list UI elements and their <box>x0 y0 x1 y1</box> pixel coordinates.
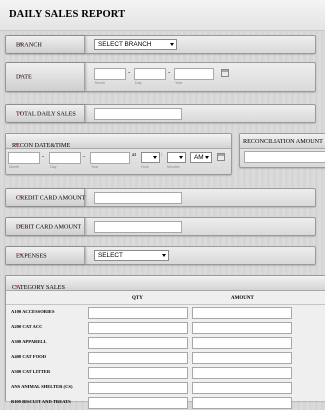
column-header-qty: QTY <box>132 296 143 301</box>
category-sales-header: CATEGORY SALES * <box>6 276 325 291</box>
row-label: A200 CAT ACC <box>11 324 43 329</box>
amount-input[interactable] <box>192 382 292 394</box>
date-year-sublabel: Year <box>175 81 183 85</box>
table-row: B100 BISCUIT AND TREATS <box>6 395 325 410</box>
credit-card-amount-label-box: CREDIT CARD AMOUNT * <box>6 189 85 206</box>
expenses-label-box: EXPENSES * <box>6 247 85 264</box>
date-month-input[interactable] <box>94 68 126 80</box>
required-marker: * <box>19 110 23 117</box>
required-marker: * <box>19 252 23 259</box>
reconciliation-amount-input[interactable] <box>244 151 325 163</box>
required-marker: * <box>19 194 23 201</box>
required-marker: * <box>19 223 23 230</box>
expenses-select-value: SELECT <box>98 252 123 259</box>
category-sales-box: CATEGORY SALES * QTY AMOUNT A100 ACCESSOR… <box>5 275 325 409</box>
date-day-input[interactable] <box>134 68 166 80</box>
required-marker: * <box>15 284 19 291</box>
table-row: A100 ACCESSORIES <box>6 305 325 320</box>
header-bar: DAILY SALES REPORT <box>0 0 325 31</box>
recon-hour-select[interactable] <box>141 152 160 163</box>
chevron-down-icon <box>179 156 183 159</box>
debit-card-amount-input[interactable] <box>94 221 182 233</box>
recon-ampm-select[interactable]: AM <box>190 152 212 163</box>
required-marker: * <box>15 142 19 149</box>
recon-year-sublabel: Year <box>91 165 99 169</box>
branch-select-value: SELECT BRANCH <box>98 41 152 48</box>
recon-minutes-select[interactable] <box>167 152 186 163</box>
date-separator: - <box>128 68 131 76</box>
page-title: DAILY SALES REPORT <box>9 9 126 20</box>
required-marker: * <box>19 73 23 81</box>
amount-input[interactable] <box>192 307 292 319</box>
total-daily-sales-row: TOTAL DAILY SALES * <box>5 104 316 123</box>
recon-month-input[interactable] <box>8 152 40 164</box>
chevron-down-icon <box>153 156 157 159</box>
row-label: A500 CAT LITTER <box>11 369 51 374</box>
table-row: ANS ANIMAL SHELTER (CS) <box>6 380 325 395</box>
chevron-down-icon <box>205 156 209 159</box>
qty-input[interactable] <box>88 307 188 319</box>
credit-card-amount-input[interactable] <box>94 192 182 204</box>
row-label: A100 ACCESSORIES <box>11 309 55 314</box>
amount-input[interactable] <box>192 352 292 364</box>
category-sales-table: QTY AMOUNT A100 ACCESSORIES A200 CAT ACC… <box>6 291 325 409</box>
recon-datetime-box: RECON DATE&TIME * - - at : AM Month Day Y… <box>5 133 232 175</box>
total-daily-sales-label-box: TOTAL DAILY SALES * <box>6 105 85 122</box>
expenses-select[interactable]: SELECT <box>94 250 169 261</box>
qty-input[interactable] <box>88 352 188 364</box>
recon-year-input[interactable] <box>90 152 130 164</box>
total-daily-sales-input[interactable] <box>94 108 182 120</box>
debit-card-amount-label-box: DEBIT CARD AMOUNT * <box>6 218 85 235</box>
recon-hour-sublabel: Hour <box>141 165 149 169</box>
row-label: A300 APPARELL <box>11 339 47 344</box>
date-month-sublabel: Month <box>95 81 105 85</box>
recon-day-sublabel: Day <box>50 165 57 169</box>
date-label-box: DATE * <box>6 63 85 91</box>
calendar-icon[interactable] <box>221 69 229 77</box>
debit-card-amount-row: DEBIT CARD AMOUNT * <box>5 217 316 236</box>
table-row: A200 CAT ACC <box>6 320 325 335</box>
reconciliation-amount-header: RECONCILIATION AMOUNT <box>240 134 325 149</box>
amount-input[interactable] <box>192 337 292 349</box>
recon-separator: - <box>83 152 86 160</box>
required-marker: * <box>19 41 23 48</box>
recon-datetime-header: RECON DATE&TIME * <box>6 134 231 149</box>
amount-input[interactable] <box>192 367 292 379</box>
recon-at-label: at <box>132 152 137 158</box>
branch-label-box: BRANCH * <box>6 36 85 53</box>
qty-input[interactable] <box>88 382 188 394</box>
recon-separator: - <box>42 152 45 160</box>
credit-card-amount-row: CREDIT CARD AMOUNT * <box>5 188 316 207</box>
recon-day-input[interactable] <box>49 152 81 164</box>
date-row: DATE * - - Month Day Year <box>5 62 316 92</box>
table-row: A300 APPARELL <box>6 335 325 350</box>
column-header-amount: AMOUNT <box>231 296 254 301</box>
qty-input[interactable] <box>88 367 188 379</box>
chevron-down-icon <box>162 254 166 257</box>
qty-input[interactable] <box>88 337 188 349</box>
branch-select[interactable]: SELECT BRANCH <box>94 39 177 50</box>
amount-input[interactable] <box>192 397 292 409</box>
table-row: A400 CAT FOOD <box>6 350 325 365</box>
row-label: A400 CAT FOOD <box>11 354 47 359</box>
recon-minutes-sublabel: Minutes <box>167 165 180 169</box>
qty-input[interactable] <box>88 397 188 409</box>
table-row: A500 CAT LITTER <box>6 365 325 380</box>
date-day-sublabel: Day <box>135 81 142 85</box>
recon-ampm-value: AM <box>194 154 204 161</box>
calendar-icon[interactable] <box>217 153 225 161</box>
row-label: ANS ANIMAL SHELTER (CS) <box>11 384 73 389</box>
recon-colon: : <box>161 152 163 158</box>
chevron-down-icon <box>170 43 174 46</box>
date-year-input[interactable] <box>174 68 214 80</box>
reconciliation-amount-box: RECONCILIATION AMOUNT <box>239 133 325 168</box>
date-separator: - <box>168 68 171 76</box>
qty-input[interactable] <box>88 322 188 334</box>
recon-month-sublabel: Month <box>9 165 19 169</box>
expenses-row: EXPENSES * SELECT <box>5 246 316 265</box>
amount-input[interactable] <box>192 322 292 334</box>
branch-row: BRANCH * SELECT BRANCH <box>5 35 316 54</box>
reconciliation-amount-label: RECONCILIATION AMOUNT <box>243 138 323 145</box>
